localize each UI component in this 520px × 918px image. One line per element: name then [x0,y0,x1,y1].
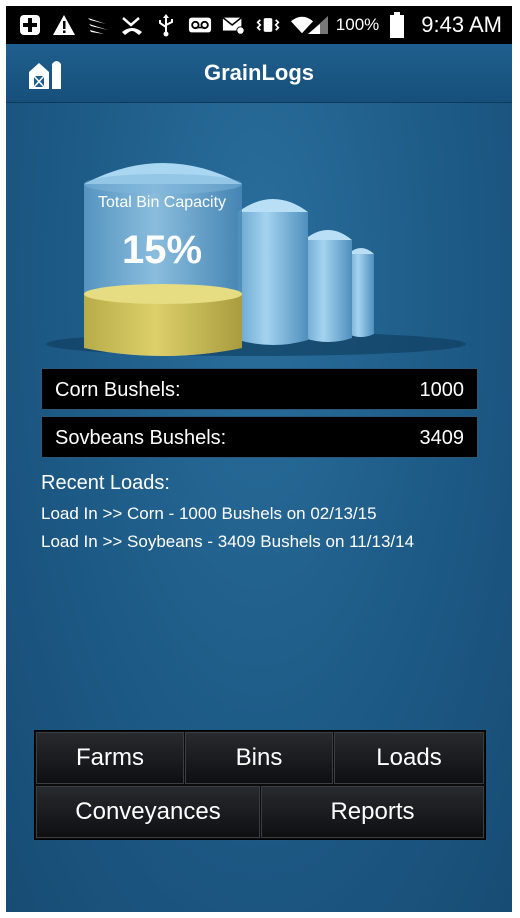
signal-icon [306,13,330,37]
bin-capacity-graphic: Total Bin Capacity 15% [6,102,512,372]
recent-load-item[interactable]: Load In >> Soybeans - 3409 Bushels on 11… [41,532,414,552]
bins-button[interactable]: Bins [185,732,333,784]
silo-small-2 [238,199,308,345]
title-bar: GrainLogs [6,44,512,103]
reports-button[interactable]: Reports [261,786,484,838]
conveyances-button[interactable]: Conveyances [36,786,260,838]
recent-loads-title: Recent Loads: [41,472,170,494]
app-screen: 100% 9:43 AM GrainLogs Total Bin Capacit… [6,6,512,912]
capacity-label: Total Bin Capacity [97,194,227,211]
silo-small-3 [304,230,352,342]
warning-icon [52,13,76,37]
farms-button[interactable]: Farms [36,732,184,784]
soybeans-bushels-value: 3409 [419,427,465,449]
voicemail-icon [188,13,212,37]
corn-bushels-row: Corn Bushels: 1000 [41,368,478,410]
bottom-nav: Farms Bins Loads Conveyances Reports [34,730,486,840]
corn-bushels-label: Corn Bushels: [55,379,181,401]
app-title: GrainLogs [203,60,314,85]
status-bar: 100% 9:43 AM [6,6,512,44]
add-icon [18,13,42,37]
battery-percent: 100% [335,15,380,34]
email-icon [222,13,246,37]
capacity-percent: 15% [121,228,203,272]
corn-bushels-value: 1000 [419,379,465,401]
battery-icon [385,12,409,38]
vibrate-icon [256,13,280,37]
usb-icon [154,13,178,37]
recent-load-item[interactable]: Load In >> Corn - 1000 Bushels on 02/13/… [41,504,377,524]
loads-button[interactable]: Loads [334,732,484,784]
clock: 9:43 AM [421,12,502,37]
soybeans-bushels-label: Sovbeans Bushels: [55,427,227,449]
sprint-icon [86,13,110,37]
missed-call-icon [120,13,144,37]
soybeans-bushels-row: Sovbeans Bushels: 3409 [41,416,478,458]
